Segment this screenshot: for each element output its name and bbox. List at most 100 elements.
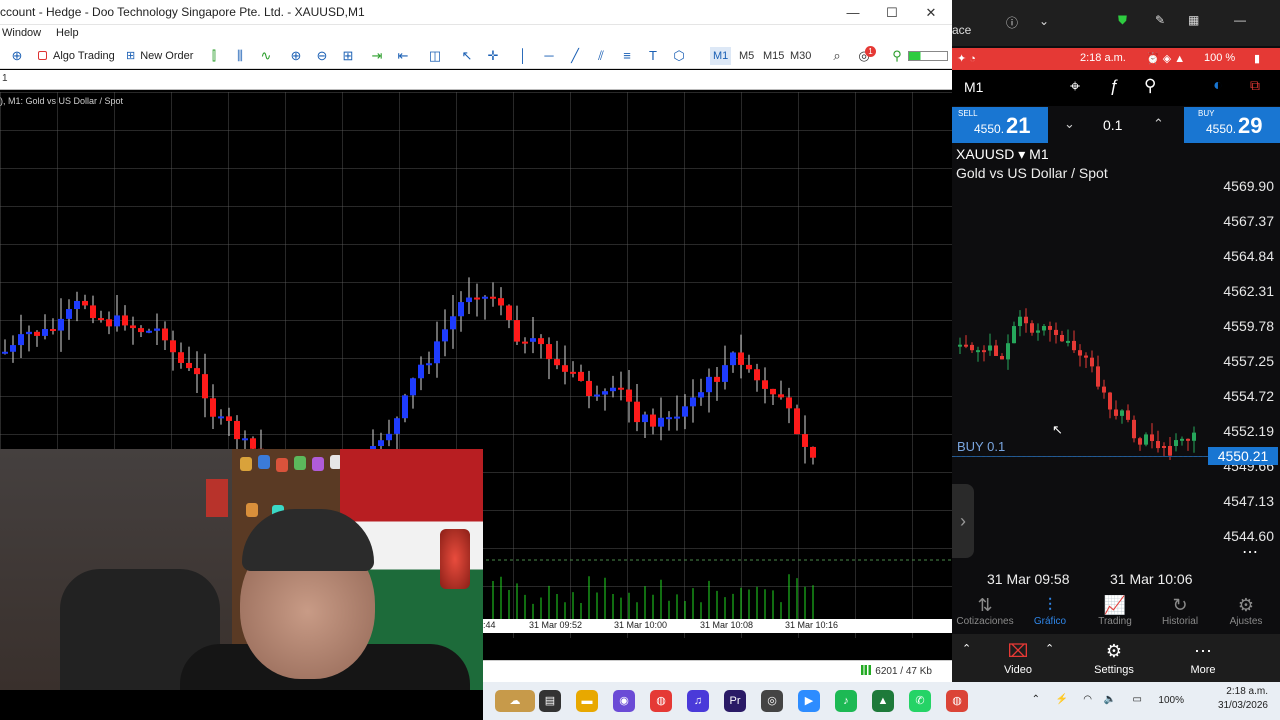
spotify-icon[interactable]: ♪ <box>835 690 857 712</box>
new-order-button[interactable]: ⊞ New Order <box>126 47 193 65</box>
edit-icon[interactable]: ✎ <box>1155 13 1165 27</box>
candle-body <box>1030 323 1034 333</box>
candle-body <box>958 344 962 347</box>
maximize-button[interactable]: ☐ <box>873 0 911 25</box>
vertical-line-icon[interactable]: │ <box>514 47 532 65</box>
candle-body <box>1108 392 1112 410</box>
buy-price-big: 29 <box>1238 113 1263 138</box>
indicator-icon[interactable]: ◐ <box>1213 77 1223 95</box>
text-icon[interactable]: T <box>644 47 662 65</box>
browser-icon[interactable]: ◍ <box>946 690 968 712</box>
network-icon[interactable]: ⚡ <box>1056 694 1068 705</box>
side-panel-toggle[interactable]: › <box>952 484 974 558</box>
timeframe-m30[interactable]: M30 <box>787 47 814 65</box>
position-line[interactable] <box>952 456 1207 457</box>
tab-trading[interactable]: 📈 Trading <box>1083 594 1147 627</box>
chrome-icon[interactable]: ◍ <box>650 690 672 712</box>
timeframe-m5[interactable]: M5 <box>736 47 757 65</box>
candle-body <box>674 416 680 419</box>
add-symbol-icon[interactable]: ⊕ <box>8 47 26 65</box>
app-icon[interactable]: ◉ <box>613 690 635 712</box>
menu-window[interactable]: Window <box>2 27 41 39</box>
more-dots-icon[interactable]: ⋯ <box>1242 542 1258 562</box>
video-button[interactable]: ⌧ Video <box>983 638 1053 676</box>
sell-button[interactable]: SELL 4550. 21 <box>952 107 1048 143</box>
volume-decrease-icon[interactable]: ⌄ <box>1064 116 1075 132</box>
chevron-up-icon[interactable]: ⌃ <box>962 642 971 655</box>
minimize-button[interactable]: — <box>834 0 872 25</box>
folder-icon[interactable]: ▬ <box>576 690 598 712</box>
shield-icon[interactable]: ⛊ <box>1118 13 1127 28</box>
fibonacci-icon[interactable]: ≡ <box>618 47 636 65</box>
candle-body <box>994 345 998 356</box>
timeframe-m15[interactable]: M15 <box>760 47 787 65</box>
tab-ajustes[interactable]: ⚙ Ajustes <box>1214 594 1278 627</box>
tab-cotizaciones[interactable]: ⇅ Cotizaciones <box>953 594 1017 627</box>
whatsapp-icon[interactable]: ✆ <box>909 690 931 712</box>
mobile-chart[interactable]: XAUUSD ▾ M1 Gold vs US Dollar / Spot 456… <box>952 146 1280 566</box>
line-chart-icon[interactable]: ∿ <box>257 47 275 65</box>
clock-date: 31/03/2026 <box>1217 700 1268 711</box>
zoom-out-icon[interactable]: ⊖ <box>313 47 331 65</box>
wifi-icon[interactable]: ◠ <box>1083 694 1092 705</box>
position-label[interactable]: BUY 0.1 <box>957 439 1005 454</box>
menu-help[interactable]: Help <box>56 27 79 39</box>
candle-body <box>794 408 800 435</box>
candle-body <box>210 398 216 417</box>
bar-chart-icon[interactable]: ⫿ <box>205 47 223 65</box>
more-button[interactable]: ⋯ More <box>1168 638 1238 676</box>
chart-shift-icon[interactable]: ⇤ <box>394 47 412 65</box>
screenshot-icon[interactable]: ◫ <box>426 47 444 65</box>
audio-app-icon[interactable]: ♫ <box>687 690 709 712</box>
zoom-in-icon[interactable]: ⊕ <box>287 47 305 65</box>
window-icon[interactable]: ⧉ <box>1250 77 1260 94</box>
battery-icon[interactable]: ▭ <box>1133 694 1142 705</box>
symbol-description: Gold vs US Dollar / Spot <box>956 165 1108 181</box>
windows-taskbar: ☁ ▤ ▬ ◉ ◍ ♫ Pr ◎ ▶ ♪ ▲ ✆ ◍ ⌃ ⚡ ◠ 🔈 ▭ 100… <box>483 682 1280 720</box>
metatrader-icon[interactable]: ▲ <box>872 690 894 712</box>
tab-label[interactable]: 1 <box>2 73 8 84</box>
crosshair-icon[interactable]: ⌖ <box>1070 76 1080 97</box>
tab-historial[interactable]: ↻ Historial <box>1148 594 1212 627</box>
grid-apps-icon[interactable]: ▦ <box>1188 13 1199 27</box>
info-icon[interactable]: ⓘ <box>1006 14 1018 31</box>
search-icon[interactable]: ⌕ <box>828 47 846 65</box>
candle-body <box>442 329 448 342</box>
candle-body <box>106 319 112 327</box>
volume-increase-icon[interactable]: ⌃ <box>1153 116 1164 132</box>
shapes-icon[interactable]: ⬡ <box>670 47 688 65</box>
auto-scroll-icon[interactable]: ⇥ <box>368 47 386 65</box>
objects-icon[interactable]: ⚲ <box>1144 76 1156 96</box>
file-manager-icon[interactable]: ▤ <box>539 690 561 712</box>
chevron-up-icon[interactable]: ⌃ <box>1045 642 1054 655</box>
minimize-button[interactable]: — <box>1234 13 1246 27</box>
settings-button[interactable]: ⚙ Settings <box>1079 638 1149 676</box>
candle-body <box>1066 340 1070 343</box>
candle-body <box>594 394 600 397</box>
premiere-icon[interactable]: Pr <box>724 690 746 712</box>
zoom-icon[interactable]: ▶ <box>798 690 820 712</box>
volume-icon[interactable]: 🔈 <box>1104 694 1116 705</box>
chevron-down-icon[interactable]: ⌄ <box>1039 14 1049 28</box>
buy-button[interactable]: BUY 4550. 29 <box>1184 107 1280 143</box>
time-label: 31 Mar 10:06 <box>1110 571 1193 587</box>
trend-line-icon[interactable]: ╱ <box>566 47 584 65</box>
timeframe-m1[interactable]: M1 <box>710 47 732 65</box>
crosshair-icon[interactable]: ✛ <box>484 47 502 65</box>
obs-icon[interactable]: ◎ <box>761 690 783 712</box>
channel-icon[interactable]: ⫽ <box>592 47 610 65</box>
function-icon[interactable]: ƒ <box>1109 76 1118 96</box>
chevron-up-icon[interactable]: ⌃ <box>1032 694 1040 705</box>
horizontal-line-icon[interactable]: ─ <box>540 47 558 65</box>
symbol-title[interactable]: XAUUSD ▾ M1 <box>956 146 1049 163</box>
algo-trading-button[interactable]: Algo Trading <box>38 47 115 65</box>
volume-value[interactable]: 0.1 <box>1103 117 1122 133</box>
tab-grafico[interactable]: ⫶ Gráfico <box>1018 594 1082 627</box>
timeframe-button[interactable]: M1 <box>964 79 983 95</box>
taskbar-clock[interactable]: 2:18 a.m. 31/03/2026 <box>1218 685 1268 713</box>
close-button[interactable]: ✕ <box>912 0 950 25</box>
cursor-icon[interactable]: ↖ <box>458 47 476 65</box>
weather-widget-icon[interactable]: ☁ <box>495 690 535 712</box>
grid-icon[interactable]: ⊞ <box>339 47 357 65</box>
candlestick-icon[interactable]: ⫼ <box>231 47 249 65</box>
